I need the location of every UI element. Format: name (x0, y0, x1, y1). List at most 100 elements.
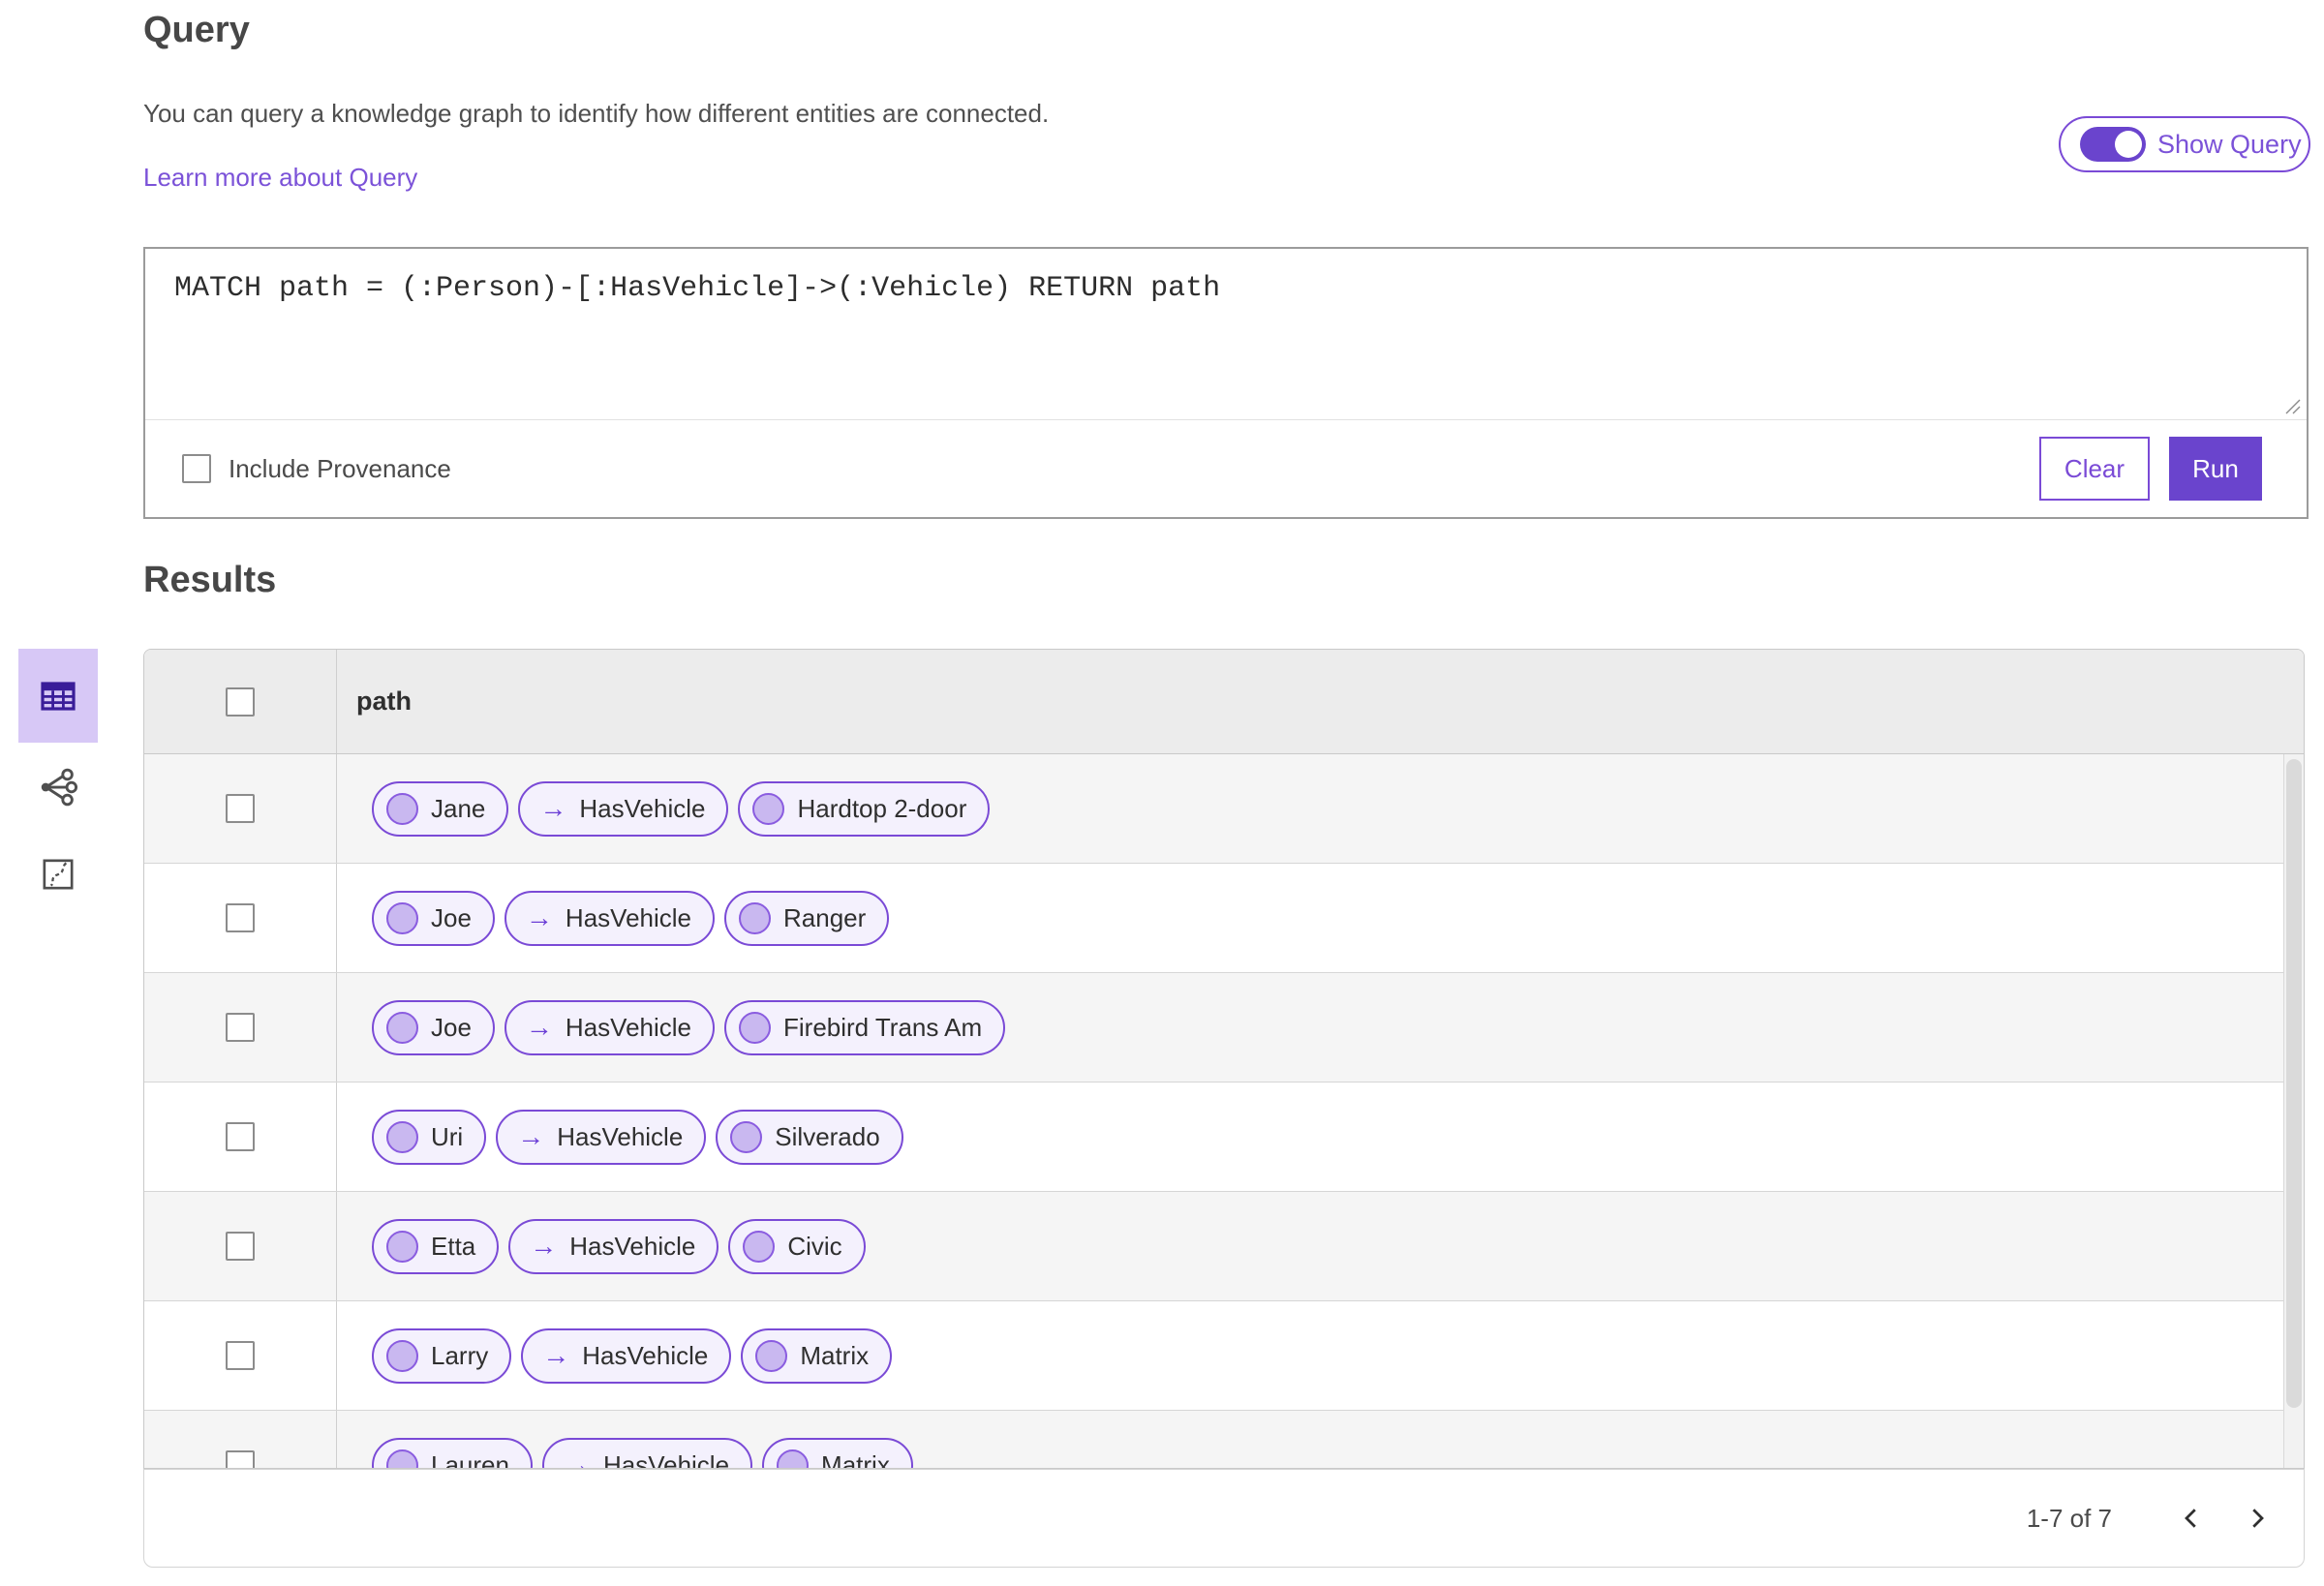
entity-pill-person[interactable]: Jane (372, 780, 509, 837)
toggle-switch-icon[interactable] (2080, 127, 2146, 162)
arrow-right-icon: → (530, 1231, 558, 1261)
relationship-pill[interactable]: → HasVehicle (521, 1327, 732, 1384)
entity-pill-person[interactable]: Lauren (372, 1437, 533, 1469)
relationship-label: HasVehicle (579, 793, 706, 823)
relationship-pill[interactable]: → HasVehicle (496, 1109, 707, 1165)
row-checkbox[interactable] (226, 1122, 255, 1151)
learn-more-link[interactable]: Learn more about Query (143, 163, 417, 193)
row-checkbox-cell (144, 1083, 337, 1191)
link-chart-icon (41, 768, 78, 807)
row-checkbox[interactable] (226, 1013, 255, 1042)
previous-page-button[interactable] (2170, 1497, 2213, 1540)
include-provenance-checkbox[interactable] (182, 454, 211, 483)
table-view-button[interactable] (18, 649, 98, 743)
query-editor: MATCH path = (:Person)-[:HasVehicle]->(:… (145, 249, 2307, 420)
table-row: Joe → HasVehicle Firebird Trans Am (144, 973, 2304, 1083)
entity-label: Larry (431, 1340, 489, 1370)
chevron-right-icon (2252, 1509, 2264, 1528)
entity-node-icon (730, 1120, 763, 1153)
relationship-label: HasVehicle (582, 1340, 709, 1370)
clear-button[interactable]: Clear (2039, 437, 2150, 501)
relationship-pill[interactable]: → HasVehicle (518, 780, 729, 837)
page-title: Query (143, 10, 250, 50)
entity-label: Matrix (800, 1340, 870, 1370)
entity-pill-person[interactable]: Larry (372, 1327, 512, 1384)
table-row: Larry → HasVehicle Matrix (144, 1301, 2304, 1411)
entity-label: Firebird Trans Am (783, 1012, 983, 1042)
entity-pill-vehicle[interactable]: Matrix (741, 1327, 893, 1384)
row-checkbox-cell (144, 864, 337, 972)
row-checkbox[interactable] (226, 1341, 255, 1370)
select-all-checkbox[interactable] (226, 686, 255, 717)
next-page-button[interactable] (2236, 1497, 2278, 1540)
query-page: Query You can query a knowledge graph to… (0, 0, 2324, 1586)
relationship-pill[interactable]: → HasVehicle (504, 999, 715, 1055)
entity-node-icon (743, 1230, 776, 1263)
table-header-row: path (144, 650, 2304, 754)
arrow-right-icon: → (525, 1012, 553, 1042)
entity-pill-vehicle[interactable]: Matrix (762, 1437, 913, 1469)
row-path-cell: Uri → HasVehicle Silverado (337, 1083, 2304, 1191)
entity-pill-person[interactable]: Joe (372, 890, 495, 946)
map-view-button[interactable] (18, 840, 98, 908)
row-checkbox[interactable] (226, 903, 255, 932)
table-row: Etta → HasVehicle Civic (144, 1192, 2304, 1301)
entity-label: Uri (431, 1121, 464, 1151)
pagination-bar: 1-7 of 7 (143, 1469, 2305, 1568)
relationship-pill[interactable]: → HasVehicle (508, 1218, 719, 1274)
run-button[interactable]: Run (2169, 437, 2262, 501)
entity-label: Silverado (775, 1121, 880, 1151)
arrow-right-icon: → (525, 902, 553, 932)
entity-node-icon (739, 901, 771, 934)
row-checkbox[interactable] (226, 1232, 255, 1261)
include-provenance-label: Include Provenance (229, 453, 451, 483)
entity-pill-person[interactable]: Uri (372, 1109, 487, 1165)
arrow-right-icon: → (542, 1340, 570, 1370)
entity-node-icon (752, 792, 785, 825)
table-row: Uri → HasVehicle Silverado (144, 1083, 2304, 1192)
entity-pill-vehicle[interactable]: Ranger (724, 890, 890, 946)
scrollbar-thumb[interactable] (2286, 759, 2302, 1408)
relationship-label: HasVehicle (565, 902, 691, 932)
vertical-scrollbar[interactable] (2283, 754, 2304, 1468)
entity-node-icon (386, 1011, 418, 1044)
entity-pill-person[interactable]: Etta (372, 1218, 500, 1274)
relationship-pill[interactable]: → HasVehicle (541, 1437, 753, 1469)
arrow-right-icon: → (563, 1449, 591, 1469)
relationship-label: HasVehicle (569, 1231, 696, 1261)
relationship-pill[interactable]: → HasVehicle (504, 890, 715, 946)
entity-label: Jane (431, 793, 486, 823)
entity-node-icon (386, 1339, 418, 1372)
table-row: Joe → HasVehicle Ranger (144, 864, 2304, 973)
query-input[interactable]: MATCH path = (:Person)-[:HasVehicle]->(:… (145, 249, 2307, 419)
entity-pill-vehicle[interactable]: Silverado (716, 1109, 903, 1165)
arrow-right-icon: → (517, 1121, 545, 1151)
row-checkbox[interactable] (226, 1450, 255, 1468)
row-path-cell: Etta → HasVehicle Civic (337, 1192, 2304, 1300)
toggle-knob (2115, 131, 2142, 158)
row-checkbox[interactable] (226, 794, 255, 823)
row-checkbox-cell (144, 754, 337, 863)
entity-label: Matrix (821, 1449, 890, 1469)
entity-pill-person[interactable]: Joe (372, 999, 495, 1055)
table-icon (41, 681, 76, 711)
header-path-cell: path (337, 650, 2304, 753)
row-checkbox-cell (144, 1192, 337, 1300)
row-path-cell: Lauren → HasVehicle Matrix (337, 1411, 2304, 1469)
show-query-toggle[interactable]: Show Query (2059, 116, 2310, 172)
entity-pill-vehicle[interactable]: Firebird Trans Am (724, 999, 1006, 1055)
entity-node-icon (777, 1449, 810, 1468)
map-icon (43, 859, 74, 890)
entity-node-icon (386, 901, 418, 934)
link-chart-view-button[interactable] (18, 753, 98, 821)
relationship-label: HasVehicle (602, 1449, 730, 1469)
results-title: Results (143, 560, 277, 600)
path-column-header: path (356, 686, 412, 716)
entity-pill-vehicle[interactable]: Hardtop 2-door (738, 780, 991, 837)
row-checkbox-cell (144, 1411, 337, 1468)
row-checkbox-cell (144, 1301, 337, 1410)
entity-pill-vehicle[interactable]: Civic (728, 1218, 866, 1274)
entity-label: Lauren (431, 1449, 509, 1469)
page-description: You can query a knowledge graph to ident… (143, 99, 1050, 128)
resize-handle-icon[interactable] (2283, 397, 2303, 416)
